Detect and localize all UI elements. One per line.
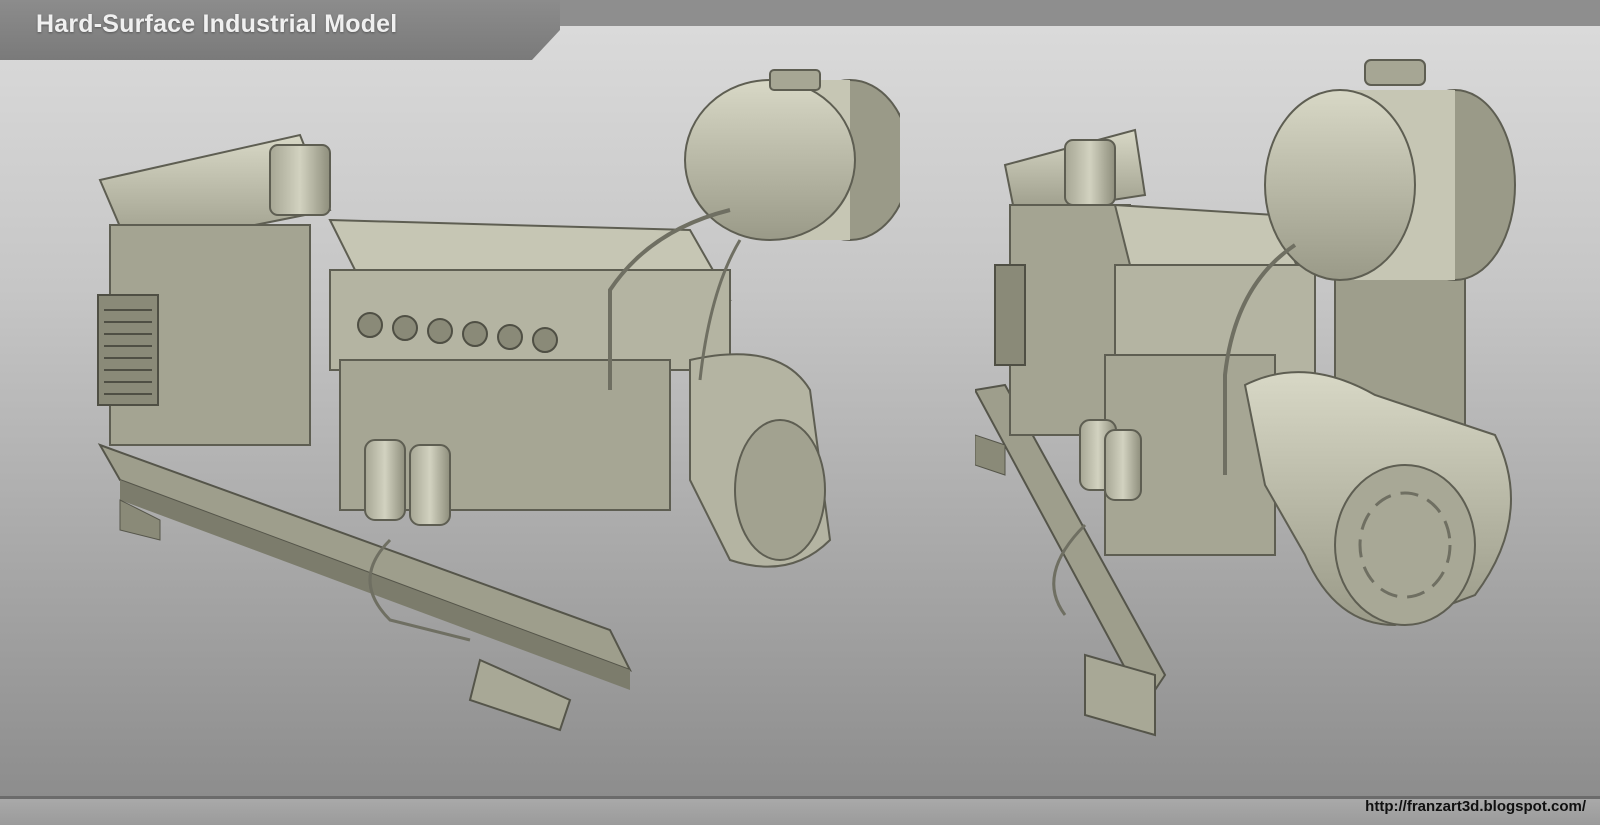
generator-render-right [975,59,1516,737]
generator-render-left [97,69,900,732]
page-title: Hard-Surface Industrial Model [36,10,398,38]
footer-url: http://franzart3d.blogspot.com/ [1365,798,1586,815]
footer-bar [0,796,1600,825]
